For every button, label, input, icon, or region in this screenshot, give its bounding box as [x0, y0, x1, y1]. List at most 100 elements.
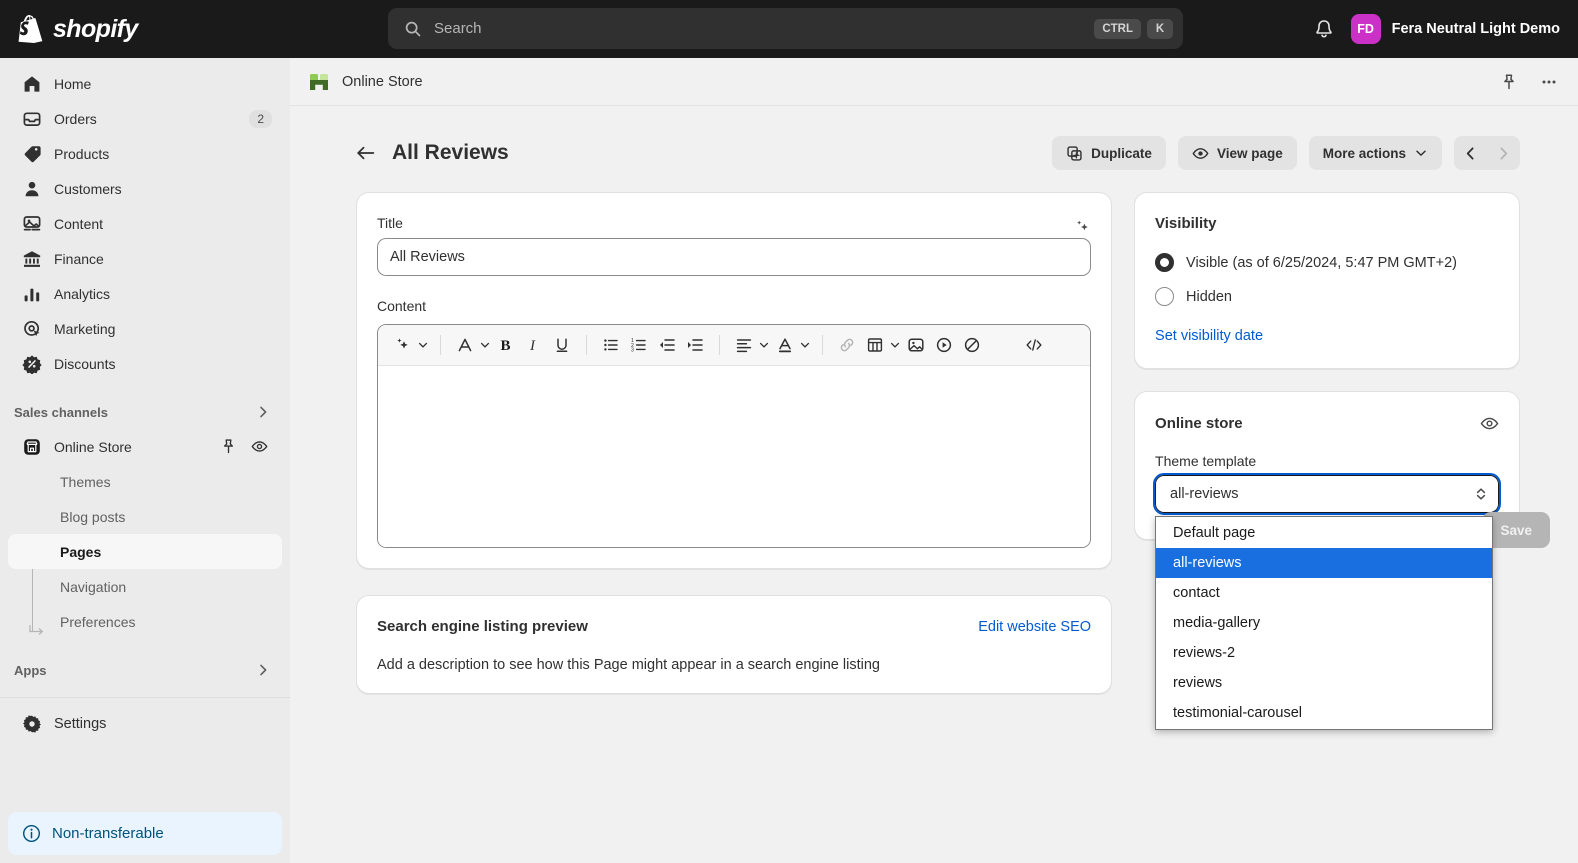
set-visibility-date-link[interactable]: Set visibility date	[1155, 328, 1499, 344]
more-options-icon[interactable]	[1540, 73, 1558, 91]
next-page-button[interactable]	[1487, 136, 1520, 170]
dropdown-option[interactable]: reviews	[1156, 668, 1492, 698]
table-group[interactable]	[862, 332, 901, 358]
shopify-logo[interactable]: shopify	[0, 15, 138, 44]
bulleted-list-button[interactable]	[598, 332, 624, 358]
view-page-button[interactable]: View page	[1177, 136, 1297, 170]
pin-icon[interactable]	[1500, 73, 1518, 91]
underline-button[interactable]	[549, 332, 575, 358]
sidebar-item-home[interactable]: Home	[8, 66, 282, 101]
code-view-button[interactable]	[1021, 332, 1047, 358]
sidebar-item-content[interactable]: Content	[8, 206, 282, 241]
seo-preview-card: Search engine listing preview Edit websi…	[356, 595, 1113, 694]
sidebar-item-online-store[interactable]: Online Store	[8, 429, 282, 464]
svg-text:3: 3	[631, 347, 634, 353]
edit-website-seo-link[interactable]: Edit website SEO	[978, 619, 1091, 635]
analytics-icon	[24, 288, 40, 301]
channel-actions	[220, 438, 282, 455]
more-actions-button[interactable]: More actions	[1308, 136, 1442, 170]
kbd-ctrl: CTRL	[1094, 18, 1141, 39]
insert-video-button[interactable]	[931, 332, 957, 358]
title-input[interactable]	[377, 238, 1092, 276]
notifications-bell-icon[interactable]	[1313, 18, 1335, 40]
svg-text:I: I	[529, 338, 536, 354]
online-store-app-icon	[310, 73, 328, 90]
sidebar-item-settings[interactable]: Settings	[8, 706, 282, 742]
view-page-label: View page	[1216, 145, 1283, 161]
font-size-group[interactable]	[452, 332, 491, 358]
search-input[interactable]: Search CTRL K	[388, 8, 1183, 49]
eye-icon	[1192, 147, 1209, 159]
breadcrumb-label[interactable]: Online Store	[342, 74, 1500, 90]
previous-page-button[interactable]	[1454, 136, 1487, 170]
magic-tool-group[interactable]	[390, 332, 429, 358]
sidebar-item-orders[interactable]: Orders 2	[8, 101, 282, 136]
magic-icon-button[interactable]	[390, 332, 416, 358]
italic-button[interactable]: I	[521, 332, 547, 358]
sidebar-item-analytics[interactable]: Analytics	[8, 276, 282, 311]
duplicate-button[interactable]: Duplicate	[1052, 136, 1166, 170]
avatar: FD	[1350, 14, 1381, 44]
font-size-button[interactable]	[452, 332, 478, 358]
visibility-option-visible[interactable]: Visible (as of 6/25/2024, 5:47 PM GMT+2)	[1155, 252, 1499, 274]
account-menu[interactable]: FD Fera Neutral Light Demo	[1350, 14, 1560, 44]
sidebar-item-discounts[interactable]: Discounts	[8, 346, 282, 381]
chevron-down-icon	[418, 342, 428, 348]
theme-template-select[interactable]: all-reviews	[1153, 473, 1501, 515]
dropdown-option-label: contact	[1173, 585, 1220, 601]
sidebar: Home Orders 2 Products Customers Content	[0, 58, 290, 863]
no-content-button[interactable]	[959, 332, 985, 358]
text-color-button[interactable]	[772, 332, 798, 358]
dropdown-option[interactable]: reviews-2	[1156, 638, 1492, 668]
italic-icon: I	[529, 338, 536, 354]
sidebar-divider	[0, 697, 290, 698]
sidebar-item-customers[interactable]: Customers	[8, 171, 282, 206]
underline-icon	[556, 338, 568, 352]
pagination-controls	[1454, 136, 1520, 170]
sidebar-item-finance[interactable]: Finance	[8, 241, 282, 276]
numbered-list-button[interactable]: 1 2 3	[626, 332, 652, 358]
text-color-group[interactable]	[772, 332, 811, 358]
dropdown-option[interactable]: contact	[1156, 578, 1492, 608]
link-icon	[840, 338, 854, 352]
pin-icon[interactable]	[220, 438, 237, 455]
sidebar-item-blog-posts[interactable]: Blog posts	[8, 499, 282, 534]
dropdown-option[interactable]: media-gallery	[1156, 608, 1492, 638]
dropdown-option[interactable]: all-reviews	[1156, 548, 1493, 578]
table-button[interactable]	[862, 332, 888, 358]
outdent-button[interactable]	[654, 332, 680, 358]
non-transferable-badge[interactable]: Non-transferable	[8, 812, 282, 855]
content-editor-body[interactable]	[378, 366, 1091, 547]
align-button[interactable]	[731, 332, 757, 358]
bold-button[interactable]: B	[493, 332, 519, 358]
insert-image-button[interactable]	[903, 332, 929, 358]
magic-sparkle-icon[interactable]	[1073, 218, 1091, 236]
dropdown-option[interactable]: Default page	[1156, 518, 1492, 548]
eye-icon[interactable]	[251, 438, 268, 455]
content-icon	[23, 215, 41, 230]
dropdown-option[interactable]: testimonial-carousel	[1156, 698, 1492, 728]
bulleted-list-icon	[604, 339, 618, 351]
settings-label: Settings	[54, 716, 107, 732]
visibility-option-hidden[interactable]: Hidden	[1155, 286, 1499, 308]
indent-button[interactable]	[682, 332, 708, 358]
sidebar-item-navigation[interactable]: Navigation	[8, 569, 282, 604]
back-arrow-icon[interactable]	[356, 144, 376, 162]
radio-visible[interactable]	[1155, 253, 1175, 272]
sidebar-item-marketing[interactable]: Marketing	[8, 311, 282, 346]
sidebar-subitem-label: Themes	[60, 473, 111, 490]
sidebar-item-preferences[interactable]: Preferences	[8, 604, 282, 639]
align-group[interactable]	[731, 332, 770, 358]
sidebar-item-themes[interactable]: Themes	[8, 464, 282, 499]
sidebar-item-pages[interactable]: Pages	[8, 534, 282, 569]
toolbar-divider	[440, 335, 441, 355]
video-icon	[936, 337, 952, 353]
sales-channels-section-header[interactable]: Sales channels	[0, 395, 290, 429]
link-button[interactable]	[834, 332, 860, 358]
apps-section-header[interactable]: Apps	[0, 653, 290, 687]
sidebar-item-products[interactable]: Products	[8, 136, 282, 171]
eye-icon[interactable]	[1480, 414, 1499, 433]
radio-hidden[interactable]	[1155, 287, 1175, 306]
chevron-down-icon	[890, 342, 900, 348]
align-icon	[736, 339, 752, 353]
